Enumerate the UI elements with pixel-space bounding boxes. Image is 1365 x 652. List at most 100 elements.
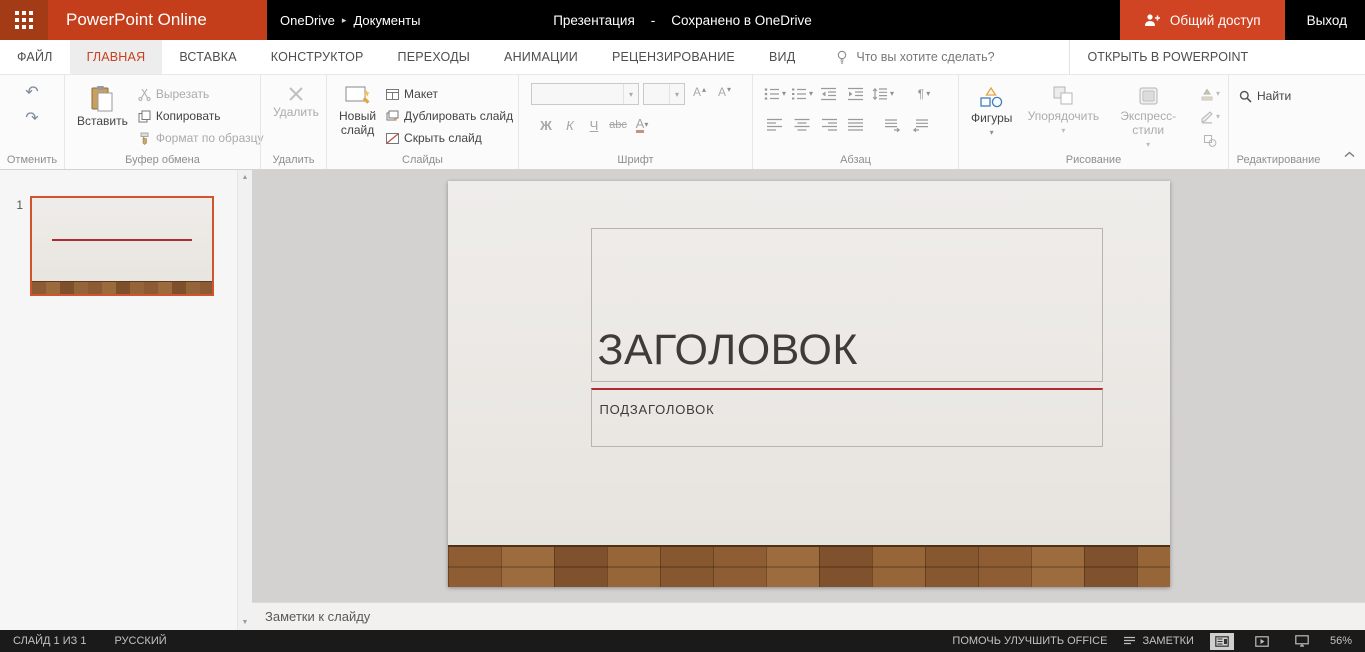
font-size-dropdown-icon[interactable]: ▾ xyxy=(669,84,684,104)
italic-button[interactable]: К xyxy=(559,114,581,136)
slide-1-thumbnail[interactable] xyxy=(30,196,214,296)
paste-button[interactable]: Вставить xyxy=(71,83,134,149)
outdent-icon xyxy=(821,87,837,101)
justify-button[interactable] xyxy=(844,114,868,136)
tab-home[interactable]: ГЛАВНАЯ xyxy=(70,40,163,74)
hide-slide-button[interactable]: Скрыть слайд xyxy=(382,127,517,149)
slide-wood-floor xyxy=(448,545,1170,587)
open-in-powerpoint-button[interactable]: ОТКРЫТЬ В POWERPOINT xyxy=(1069,40,1267,74)
bullets-button[interactable]: ▾ xyxy=(763,83,787,105)
ltr-icon xyxy=(885,118,901,132)
lightbulb-icon xyxy=(836,50,848,65)
editing-view-button[interactable] xyxy=(1210,633,1234,650)
app-launcher-button[interactable] xyxy=(0,0,48,40)
workspace: 1 ▲ ▼ ЗАГОЛОВОК ПОДЗАГОЛОВОК За xyxy=(0,170,1365,630)
app-title: PowerPoint Online xyxy=(48,0,267,40)
shape-fill-button[interactable]: ▾ xyxy=(1198,83,1222,105)
improve-office-link[interactable]: ПОМОЧЬ УЛУЧШИТЬ OFFICE xyxy=(952,635,1107,647)
tab-review[interactable]: РЕЦЕНЗИРОВАНИЕ xyxy=(595,40,752,74)
slideshow-view-button[interactable] xyxy=(1250,633,1274,650)
align-right-button[interactable] xyxy=(817,114,841,136)
tab-animations[interactable]: АНИМАЦИИ xyxy=(487,40,595,74)
duplicate-slide-button[interactable]: Дублировать слайд xyxy=(382,105,517,127)
save-status: Сохранено в OneDrive xyxy=(671,13,812,28)
bullets-icon xyxy=(764,87,780,101)
tab-file[interactable]: ФАЙЛ xyxy=(0,40,70,74)
tab-view[interactable]: ВИД xyxy=(752,40,812,74)
document-title[interactable]: Презентация xyxy=(553,13,635,28)
breadcrumb-onedrive[interactable]: OneDrive xyxy=(280,13,335,28)
ribbon-group-clipboard: Вставить Вырезать Копировать Формат по о… xyxy=(64,75,260,169)
left-to-right-button[interactable] xyxy=(881,114,905,136)
shape-change-icon xyxy=(1203,134,1217,147)
decrease-indent-button[interactable] xyxy=(817,83,841,105)
ribbon-group-undo: ↶ ↷ Отменить xyxy=(0,75,64,169)
thumbnail-row: 1 xyxy=(0,196,252,296)
hide-slide-icon xyxy=(386,133,399,144)
share-button[interactable]: Общий доступ xyxy=(1120,0,1285,40)
font-name-combobox[interactable]: ▾ xyxy=(531,83,639,105)
shape-change-button[interactable] xyxy=(1198,129,1222,151)
shapes-button[interactable]: Фигуры ▾ xyxy=(965,83,1018,151)
line-spacing-button[interactable]: ▾ xyxy=(871,83,895,105)
justify-icon xyxy=(848,118,864,132)
top-right-actions: Общий доступ Выход xyxy=(1120,0,1365,40)
underline-button[interactable]: Ч xyxy=(583,114,605,136)
cut-button[interactable]: Вырезать xyxy=(134,83,268,105)
quick-styles-button[interactable]: Экспресс-стили ▾ xyxy=(1108,83,1188,151)
breadcrumb-folder[interactable]: Документы xyxy=(353,13,420,28)
group-label-paragraph: Абзац xyxy=(753,154,958,166)
notes-toggle[interactable]: ЗАМЕТКИ xyxy=(1123,635,1194,647)
font-color-button[interactable]: А▾ xyxy=(631,114,653,136)
align-center-button[interactable] xyxy=(790,114,814,136)
arrange-button[interactable]: Упорядочить ▾ xyxy=(1022,83,1104,151)
collapse-ribbon-button[interactable] xyxy=(1344,147,1355,161)
grow-font-button[interactable]: А▴ xyxy=(689,83,710,105)
scroll-up-icon[interactable]: ▲ xyxy=(242,174,249,181)
bold-button[interactable]: Ж xyxy=(535,114,557,136)
shapes-dropdown-icon: ▾ xyxy=(990,129,994,137)
undo-button[interactable]: ↶ xyxy=(25,85,38,101)
numbering-icon xyxy=(791,87,807,101)
font-name-dropdown-icon[interactable]: ▾ xyxy=(623,84,638,104)
font-size-combobox[interactable]: ▾ xyxy=(643,83,685,105)
new-slide-button[interactable]: Новый слайд xyxy=(333,83,382,149)
align-left-button[interactable] xyxy=(763,114,787,136)
find-button[interactable]: Найти xyxy=(1235,85,1295,107)
numbering-button[interactable]: ▾ xyxy=(790,83,814,105)
display-view-button[interactable] xyxy=(1290,633,1314,650)
text-direction-button[interactable]: ¶ ▾ xyxy=(912,83,936,105)
tab-design[interactable]: КОНСТРУКТОР xyxy=(254,40,381,74)
redo-button[interactable]: ↷ xyxy=(25,111,38,127)
tab-transitions[interactable]: ПЕРЕХОДЫ xyxy=(381,40,488,74)
subtitle-placeholder[interactable]: ПОДЗАГОЛОВОК xyxy=(591,388,1103,447)
breadcrumb-arrow-icon: ▸ xyxy=(342,15,347,26)
arrange-dropdown-icon: ▾ xyxy=(1061,127,1065,135)
slide-canvas[interactable]: ЗАГОЛОВОК ПОДЗАГОЛОВОК xyxy=(448,181,1170,587)
notes-bar[interactable]: Заметки к слайду xyxy=(252,602,1365,630)
slide-subtitle: ПОДЗАГОЛОВОК xyxy=(600,402,715,417)
tell-me-box[interactable]: Что вы хотите сделать? xyxy=(820,40,1010,74)
language-indicator[interactable]: РУССКИЙ xyxy=(114,635,166,647)
layout-button[interactable]: Макет xyxy=(382,83,517,105)
shape-outline-icon xyxy=(1200,111,1214,124)
shrink-font-button[interactable]: А▾ xyxy=(714,83,735,105)
top-bar: PowerPoint Online OneDrive ▸ Документы П… xyxy=(0,0,1365,40)
strikethrough-button[interactable]: abc xyxy=(607,114,629,136)
signout-link[interactable]: Выход xyxy=(1285,0,1365,40)
tab-insert[interactable]: ВСТАВКА xyxy=(162,40,253,74)
notes-icon xyxy=(1123,636,1136,646)
zoom-level[interactable]: 56% xyxy=(1330,635,1352,647)
format-painter-button[interactable]: Формат по образцу xyxy=(134,127,268,149)
delete-slide-button[interactable]: Удалить xyxy=(267,83,325,122)
rtl-icon xyxy=(912,118,928,132)
copy-button[interactable]: Копировать xyxy=(134,105,268,127)
search-icon xyxy=(1239,90,1252,103)
scroll-down-icon[interactable]: ▼ xyxy=(242,619,249,626)
increase-indent-button[interactable] xyxy=(844,83,868,105)
shape-outline-button[interactable]: ▾ xyxy=(1198,106,1222,128)
right-to-left-button[interactable] xyxy=(908,114,932,136)
font-name-value xyxy=(532,84,623,104)
thumbnail-scrollbar[interactable]: ▲ ▼ xyxy=(237,170,252,630)
title-placeholder[interactable]: ЗАГОЛОВОК xyxy=(591,228,1103,382)
